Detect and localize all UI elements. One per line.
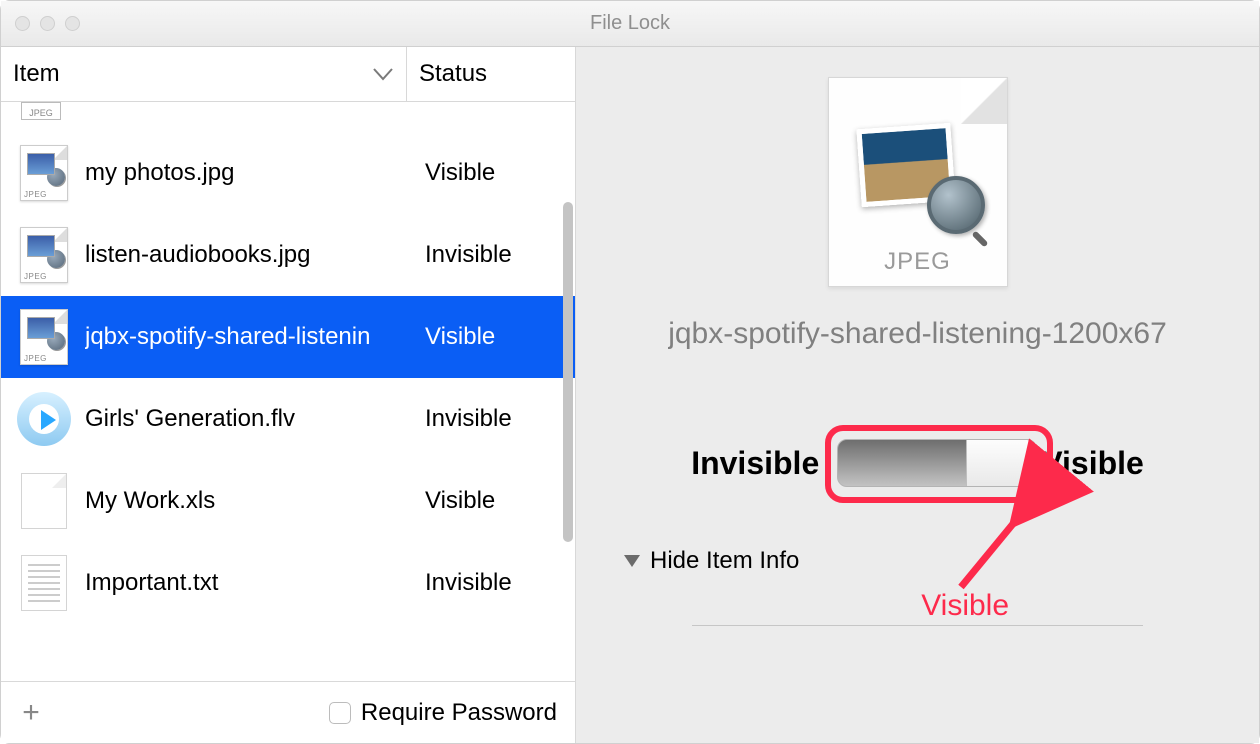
jpeg-file-icon: JPEG — [21, 102, 61, 120]
toggle-knob[interactable] — [966, 440, 1036, 486]
minimize-icon[interactable] — [40, 16, 55, 31]
window-title: File Lock — [590, 12, 670, 35]
file-status: Visible — [425, 487, 575, 515]
file-list: JPEG JPEG my photos.jpg Visible JPEG lis… — [1, 102, 575, 681]
file-list-pane: Item Status JPEG JPEG my photos.jpg Visi… — [1, 47, 576, 743]
file-icon — [17, 474, 71, 528]
file-status: Invisible — [425, 569, 575, 597]
visibility-toggle-wrap: Invisible Visible Visible — [691, 439, 1144, 487]
triangle-down-icon — [624, 555, 640, 567]
file-name: My Work.xls — [85, 487, 425, 515]
column-header: Item Status — [1, 47, 575, 102]
divider — [692, 625, 1143, 626]
scrollbar[interactable] — [563, 202, 573, 542]
file-status: Visible — [425, 159, 575, 187]
require-password-toggle[interactable]: Require Password — [329, 699, 557, 727]
table-row[interactable]: JPEG my photos.jpg Visible — [1, 132, 575, 214]
jpeg-file-icon: JPEG — [17, 310, 71, 364]
table-row[interactable]: JPEG listen-audiobooks.jpg Invisible — [1, 214, 575, 296]
table-row[interactable]: JPEG — [1, 102, 575, 132]
detail-filename: jqbx-spotify-shared-listening-1200x67 — [668, 317, 1167, 351]
text-file-icon — [17, 556, 71, 610]
column-status[interactable]: Status — [407, 47, 575, 101]
checkbox-icon[interactable] — [329, 702, 351, 724]
table-row[interactable]: My Work.xls Visible — [1, 460, 575, 542]
titlebar: File Lock — [1, 1, 1259, 47]
toggle-label-invisible: Invisible — [691, 445, 819, 482]
chevron-down-icon — [372, 67, 394, 81]
zoom-icon[interactable] — [65, 16, 80, 31]
jpeg-file-icon: JPEG — [17, 228, 71, 282]
window-controls — [15, 16, 80, 31]
file-name: Girls' Generation.flv — [85, 405, 425, 433]
file-name: jqbx-spotify-shared-listenin — [85, 323, 425, 351]
table-row-selected[interactable]: JPEG jqbx-spotify-shared-listenin Visibl… — [1, 296, 575, 378]
annotation-arrow: Visible — [921, 513, 1081, 613]
close-icon[interactable] — [15, 16, 30, 31]
hide-item-info-label: Hide Item Info — [650, 547, 799, 575]
filetype-label: JPEG — [829, 248, 1007, 276]
video-file-icon — [17, 392, 71, 446]
hide-item-info[interactable]: Hide Item Info — [624, 547, 799, 575]
add-button[interactable]: + — [1, 682, 61, 743]
file-status: Invisible — [425, 405, 575, 433]
preview-icon: JPEG — [828, 77, 1008, 287]
left-footer: + Require Password — [1, 681, 575, 743]
column-status-label: Status — [419, 60, 487, 88]
table-row[interactable]: Important.txt Invisible — [1, 542, 575, 624]
table-row[interactable]: Girls' Generation.flv Invisible — [1, 378, 575, 460]
jpeg-file-icon: JPEG — [17, 146, 71, 200]
toggle-label-visible: Visible — [1041, 445, 1144, 482]
file-status: Visible — [425, 323, 575, 351]
column-item-label: Item — [13, 60, 60, 88]
detail-pane: JPEG jqbx-spotify-shared-listening-1200x… — [576, 47, 1259, 743]
require-password-label: Require Password — [361, 699, 557, 727]
visibility-toggle[interactable] — [837, 439, 1037, 487]
file-name: Important.txt — [85, 569, 425, 597]
column-item[interactable]: Item — [1, 47, 407, 101]
file-name: my photos.jpg — [85, 159, 425, 187]
annotation-label: Visible — [921, 589, 1009, 623]
file-status: Invisible — [425, 241, 575, 269]
file-name: listen-audiobooks.jpg — [85, 241, 425, 269]
